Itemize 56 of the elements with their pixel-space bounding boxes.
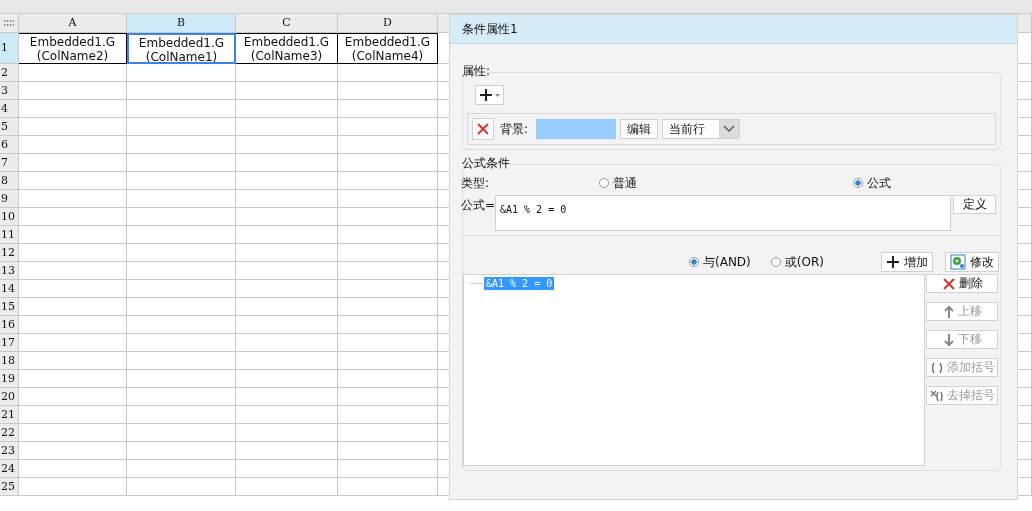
row-header[interactable]: 18 [0, 352, 19, 370]
row-header[interactable]: 15 [0, 298, 19, 316]
radio-option[interactable]: 普通 [599, 174, 637, 192]
section-label: 属性: [462, 64, 492, 78]
define-button[interactable]: 定义 [953, 195, 996, 214]
row-header[interactable]: 22 [0, 424, 19, 442]
row-header[interactable]: 19 [0, 370, 19, 388]
row-header[interactable]: 5 [0, 118, 19, 136]
row-header[interactable]: 17 [0, 334, 19, 352]
scope-select[interactable]: 当前行 [662, 119, 741, 139]
table-cell[interactable]: Embedded1.G(ColName1) [127, 33, 236, 64]
type-label: 类型: [461, 174, 491, 192]
formula-field[interactable]: &A1 % 2 = 0 [495, 195, 951, 231]
radio-option[interactable]: 或(OR) [770, 253, 824, 271]
row-header[interactable]: 6 [0, 136, 19, 154]
row-header[interactable]: 24 [0, 460, 19, 478]
row-header[interactable]: 8 [0, 172, 19, 190]
row-header[interactable]: 4 [0, 100, 19, 118]
row-header[interactable]: 10 [0, 208, 19, 226]
row-header[interactable]: 7 [0, 154, 19, 172]
modify-button[interactable]: 修改 [945, 252, 999, 272]
select-value: 当前行 [668, 121, 707, 138]
radio-option[interactable]: 与(AND) [689, 253, 751, 271]
column-header[interactable]: B [127, 14, 236, 33]
delete-button[interactable]: 删除 [926, 274, 998, 293]
row-header[interactable]: 1 [0, 33, 19, 64]
panel-title: 条件属性1 [450, 15, 1017, 44]
row-header[interactable]: 23 [0, 442, 19, 460]
row-header[interactable]: 2 [0, 64, 19, 82]
row-header[interactable]: 14 [0, 280, 19, 298]
row-header[interactable]: 16 [0, 316, 19, 334]
row-header[interactable]: 25 [0, 478, 19, 496]
table-cell[interactable]: Embedded1.G(ColName2) [19, 33, 127, 64]
row-header[interactable]: 20 [0, 388, 19, 406]
table-cell[interactable]: Embedded1.G(ColName3) [236, 33, 338, 64]
add-button[interactable]: 增加 [881, 252, 933, 272]
formula-label: 公式= [461, 197, 495, 214]
column-header[interactable]: A [19, 14, 127, 33]
radio-label: 或(OR) [784, 253, 824, 271]
radio-label: 与(AND) [703, 253, 751, 271]
row-header[interactable]: 3 [0, 82, 19, 100]
radio-option[interactable]: 公式 [853, 174, 891, 192]
row-header[interactable]: 11 [0, 226, 19, 244]
row-header[interactable]: 21 [0, 406, 19, 424]
radio-label: 普通 [613, 174, 637, 192]
formula-text: &A1 % 2 = 0 [500, 204, 567, 215]
row-header[interactable]: 9 [0, 190, 19, 208]
row-header[interactable]: 13 [0, 262, 19, 280]
radio-label: 公式 [867, 174, 891, 192]
property-label: 背景: [500, 120, 529, 138]
column-header[interactable]: C [236, 14, 338, 33]
section-label: 公式条件 [462, 156, 511, 170]
row-header[interactable]: 12 [0, 244, 19, 262]
column-header[interactable]: D [338, 14, 438, 33]
edit-button[interactable]: 编辑 [620, 119, 659, 139]
table-cell[interactable]: Embedded1.G(ColName4) [338, 33, 438, 64]
